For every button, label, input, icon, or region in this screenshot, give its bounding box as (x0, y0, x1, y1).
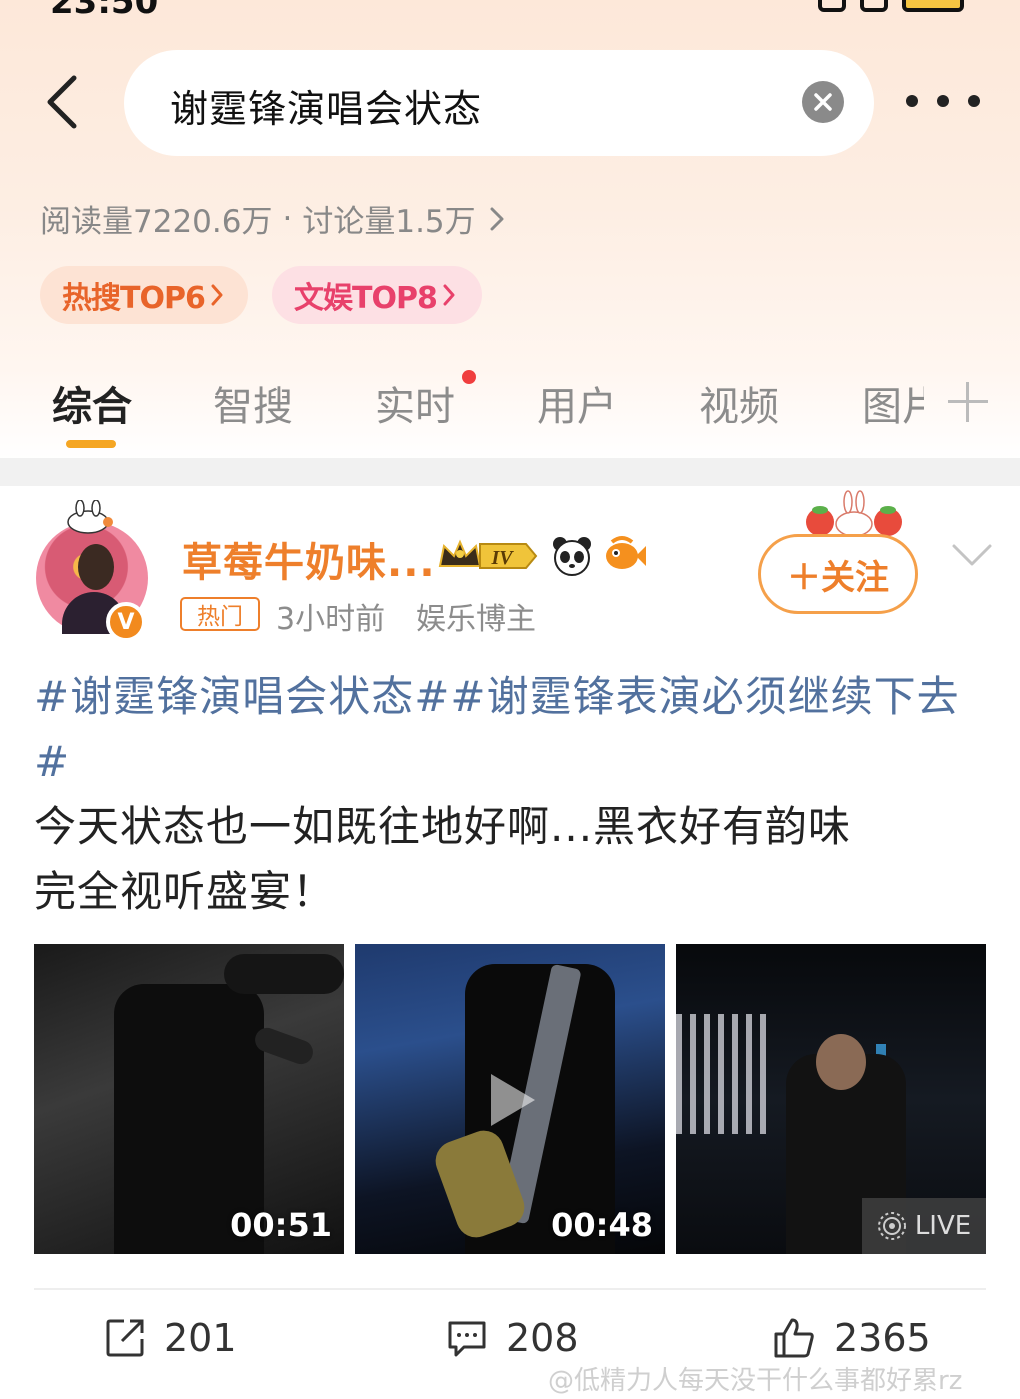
post-body-line-2: 完全视听盛宴！ (34, 867, 336, 916)
post-hashtags[interactable]: #谢霆锋演唱会状态##谢霆锋表演必须继续下去# (34, 664, 984, 794)
tab-videos[interactable]: 视频 (699, 374, 779, 432)
dot-icon (968, 95, 980, 107)
media-video-2[interactable]: 00:48 (355, 944, 665, 1254)
performer-head (816, 1034, 866, 1090)
back-button[interactable] (34, 70, 90, 134)
stats-separator: · (282, 200, 293, 237)
status-bar: 23:50 (0, 0, 1020, 20)
tab-realtime[interactable]: 实时 (375, 374, 455, 432)
repost-button[interactable]: 201 (104, 1316, 237, 1360)
user-role: 娱乐博主 (416, 602, 536, 637)
like-count: 2365 (834, 1316, 931, 1360)
live-photo-badge: LIVE (862, 1198, 986, 1254)
entertainment-rank-pill[interactable]: 文娱TOP8 (272, 266, 482, 324)
play-icon (491, 1074, 535, 1126)
status-icons (818, 0, 964, 12)
chevron-right-icon (490, 207, 504, 230)
live-label: LIVE (914, 1211, 972, 1241)
post-content: #谢霆锋演唱会状态##谢霆锋表演必须继续下去# 今天状态也一如既往地好啊...黑… (34, 664, 984, 924)
comment-count: 208 (506, 1316, 579, 1360)
follow-button[interactable]: ＋关注 (758, 534, 918, 614)
comment-button[interactable]: 208 (446, 1316, 579, 1360)
tab-comprehensive[interactable]: 综合 (52, 374, 132, 432)
bunny-decoration-icon (67, 500, 113, 534)
weibo-watermark: @低精力人每天没干什么事都好累rz (548, 1366, 963, 1396)
hot-tag: 热门 (180, 597, 260, 631)
live-photo-icon (877, 1212, 906, 1240)
entertainment-rank-label: 文娱TOP8 (294, 281, 438, 316)
topic-stats[interactable]: 阅读量7220.6万 · 讨论量1.5万 (40, 196, 504, 241)
tab-images[interactable]: 图片 (862, 374, 924, 432)
comment-icon (448, 1321, 486, 1357)
fish-icon (606, 536, 646, 569)
signal-icon (860, 0, 888, 12)
panda-icon (553, 537, 591, 576)
performer-arm (224, 954, 344, 994)
level-badge-text: IV (490, 547, 514, 569)
search-tabs: 综合 智搜 实时 用户 视频 图片 (0, 360, 1020, 456)
avatar-face (78, 544, 114, 590)
thumbs-up-icon (774, 1318, 814, 1358)
actions-divider (34, 1288, 986, 1290)
chevron-right-icon (211, 284, 223, 306)
active-tab-indicator (66, 440, 116, 448)
chevron-down-icon[interactable] (950, 540, 994, 570)
discussion-count: 讨论量1.5万 (302, 204, 476, 240)
verified-badge-icon: V (106, 602, 146, 642)
video-duration: 00:51 (230, 1206, 332, 1244)
battery-icon (902, 0, 964, 12)
realtime-notification-dot (462, 370, 476, 384)
media-live-photo[interactable]: LIVE (676, 944, 986, 1254)
hot-search-rank-pill[interactable]: 热搜TOP6 (40, 266, 248, 324)
share-icon (106, 1319, 144, 1357)
like-button[interactable]: 2365 (772, 1316, 931, 1360)
section-divider (0, 458, 1020, 486)
read-count: 阅读量7220.6万 (40, 204, 273, 240)
hot-search-rank-label: 热搜TOP6 (62, 281, 206, 316)
clear-search-button[interactable] (802, 81, 844, 123)
video-duration: 00:48 (551, 1206, 653, 1244)
post-body-line-1: 今天状态也一如既往地好啊...黑衣好有韵味 (34, 802, 852, 851)
chevron-left-icon (47, 75, 77, 129)
search-input[interactable]: 谢霆锋演唱会状态 (170, 78, 482, 133)
tab-users[interactable]: 用户 (537, 374, 617, 432)
strawberry-bunny-decoration-icon (806, 490, 902, 537)
close-icon (814, 93, 832, 111)
repost-count: 201 (164, 1316, 237, 1360)
more-options-button[interactable] (906, 86, 980, 116)
dot-icon (906, 95, 918, 107)
nfc-icon (818, 0, 846, 12)
media-video-1[interactable]: 00:51 (34, 944, 344, 1254)
tab-smart-search[interactable]: 智搜 (213, 374, 293, 432)
stage-screen-text (676, 1014, 766, 1134)
dot-icon (937, 95, 949, 107)
chevron-right-icon (443, 284, 455, 306)
search-box[interactable]: 谢霆锋演唱会状态 (124, 50, 874, 156)
status-time: 23:50 (50, 0, 159, 20)
crown-level-badge-icon: IV (438, 539, 538, 569)
user-name[interactable]: 草莓牛奶味... (182, 530, 436, 588)
add-tab-plus-icon[interactable] (948, 382, 988, 422)
post-time: 3小时前 (276, 602, 386, 637)
